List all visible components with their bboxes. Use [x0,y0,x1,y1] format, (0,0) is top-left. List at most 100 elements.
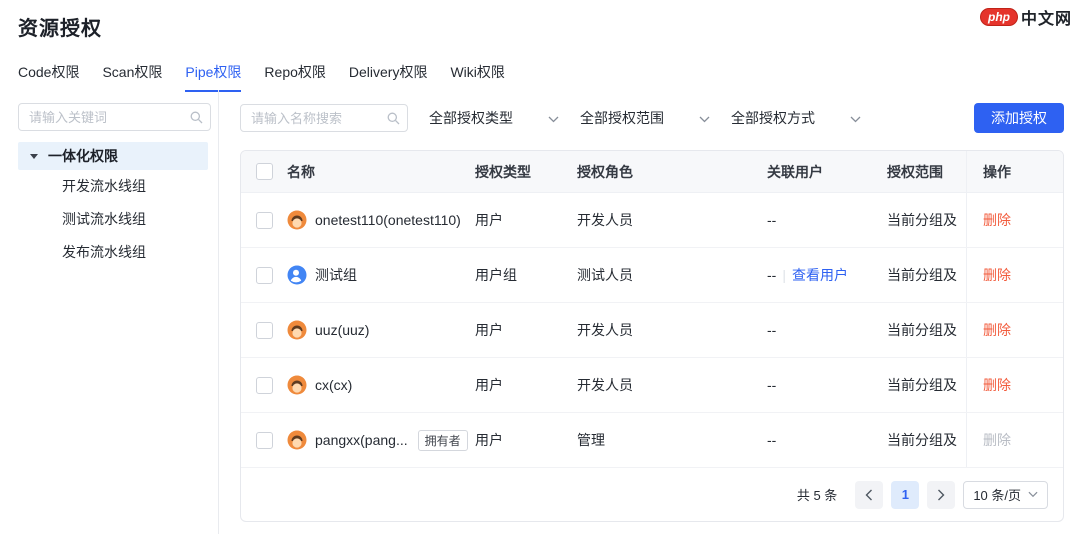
row-auth-role: 开发人员 [577,322,633,338]
auth-type-filter-label: 全部授权类型 [429,110,513,126]
owner-badge: 拥有者 [417,429,468,451]
permission-tabs: Code权限 Scan权限 Pipe权限 Repo权限 Delivery权限 W… [18,62,505,92]
column-header-related-users: 关联用户 [767,163,823,180]
chevron-down-icon [548,110,559,126]
delete-link-disabled: 删除 [983,432,1011,448]
row-checkbox[interactable] [255,376,273,394]
divider: | [782,267,786,283]
row-auth-role: 开发人员 [577,377,633,393]
row-name: 测试组 [315,267,357,283]
auth-scope-filter-label: 全部授权范围 [580,110,664,126]
tab-repo[interactable]: Repo权限 [264,62,325,92]
row-checkbox[interactable] [255,211,273,229]
tree-node-dev-group[interactable]: 开发流水线组 [0,170,218,203]
caret-down-icon[interactable] [30,153,38,159]
table-row: cx(cx) 用户 开发人员 -- 当前分组及 删除 [241,358,1063,413]
page-size-value: 10 条/页 [973,488,1021,503]
delete-link[interactable]: 删除 [983,375,1011,395]
next-page-button[interactable] [927,480,956,509]
user-avatar [287,210,307,230]
delete-link[interactable]: 删除 [983,265,1011,285]
row-related-users: -- [767,322,777,338]
column-header-auth-role: 授权角色 [577,163,633,180]
search-icon [190,111,203,129]
tab-delivery[interactable]: Delivery权限 [349,62,428,92]
column-header-name: 名称 [287,163,315,180]
php-cn-logo: php 中文网 [979,5,1072,29]
group-tree-sidebar: 一体化权限 开发流水线组 测试流水线组 发布流水线组 [0,90,219,534]
chevron-down-icon [699,110,710,126]
delete-link[interactable]: 删除 [983,210,1011,230]
row-checkbox[interactable] [255,266,273,284]
row-auth-role: 开发人员 [577,212,633,228]
select-all-checkbox[interactable] [255,163,273,180]
column-header-auth-scope: 授权范围 [887,163,943,180]
page-1-button[interactable]: 1 [891,480,920,509]
page-title: 资源授权 [18,18,102,40]
authorization-table: 名称 授权类型 授权角色 关联用户 授权范围 操作 onetest110(one… [240,150,1064,522]
table-row: uuz(uuz) 用户 开发人员 -- 当前分组及 删除 [241,303,1063,358]
tree-node-release-group[interactable]: 发布流水线组 [0,236,218,269]
chevron-down-icon [850,110,861,126]
row-auth-role: 测试人员 [577,267,633,283]
row-auth-scope: 当前分组及 [887,432,957,448]
name-search-input[interactable] [240,104,408,132]
row-auth-scope: 当前分组及 [887,377,957,393]
table-row: pangxx(pang... 拥有者 用户 管理 -- 当前分组及 删除 [241,413,1063,468]
toolbar: 全部授权类型 全部授权范围 全部授权方式 添加授权 [240,103,1064,133]
pagination: 共 5 条 1 10 条/页 [241,468,1063,521]
table-header-row: 名称 授权类型 授权角色 关联用户 授权范围 操作 [241,151,1063,193]
delete-link[interactable]: 删除 [983,320,1011,340]
total-count: 共 5 条 [796,488,838,503]
column-header-actions: 操作 [966,151,1063,192]
chevron-left-icon [865,489,873,500]
chevron-down-icon [1028,491,1038,498]
row-auth-type: 用户组 [475,267,517,283]
auth-method-filter-label: 全部授权方式 [731,110,815,126]
table-row: 测试组 用户组 测试人员 -- | 查看用户 当前分组及 删除 [241,248,1063,303]
row-auth-scope: 当前分组及 [887,322,957,338]
tree-node-test-group[interactable]: 测试流水线组 [0,203,218,236]
main-panel: 全部授权类型 全部授权范围 全部授权方式 添加授权 名称 授权类型 授权角色 关… [240,90,1064,522]
tab-scan[interactable]: Scan权限 [102,62,162,92]
keyword-search-input[interactable] [18,103,211,131]
row-name: uuz(uuz) [315,322,370,338]
chevron-right-icon [938,489,945,500]
auth-scope-filter[interactable]: 全部授权范围 [580,108,710,128]
row-checkbox[interactable] [255,321,273,339]
user-avatar [287,375,307,395]
row-auth-role: 管理 [577,432,605,448]
row-checkbox[interactable] [255,431,273,449]
tab-code[interactable]: Code权限 [18,62,79,92]
prev-page-button[interactable] [855,480,884,509]
row-related-users: -- [767,377,777,393]
php-logo-text: 中文网 [1020,11,1072,28]
resource-auth-page: 资源授权 php 中文网 Code权限 Scan权限 Pipe权限 Repo权限… [0,0,1080,534]
row-auth-type: 用户 [475,377,503,393]
row-name: pangxx(pang... [315,432,408,448]
sidebar-search [18,103,211,131]
tab-wiki[interactable]: Wiki权限 [450,62,504,92]
view-users-link[interactable]: 查看用户 [792,267,848,283]
row-auth-type: 用户 [475,432,503,448]
row-name: onetest110(onetest110) [315,212,461,228]
tree-root-label: 一体化权限 [48,148,118,164]
group-avatar [287,265,307,285]
table-row: onetest110(onetest110) 用户 开发人员 -- 当前分组及 … [241,193,1063,248]
page-size-select[interactable]: 10 条/页 [963,480,1048,509]
row-auth-scope: 当前分组及 [887,212,957,228]
tree-node-root[interactable]: 一体化权限 [18,142,208,170]
row-auth-type: 用户 [475,212,503,228]
column-header-auth-type: 授权类型 [475,163,531,180]
row-auth-scope: 当前分组及 [887,267,957,283]
php-logo-badge: php [979,8,1018,26]
auth-method-filter[interactable]: 全部授权方式 [731,108,861,128]
tab-pipe[interactable]: Pipe权限 [185,62,242,92]
user-avatar [287,320,307,340]
row-related-users: -- [767,267,777,283]
auth-type-filter[interactable]: 全部授权类型 [429,108,559,128]
user-avatar [287,430,307,450]
add-authorization-button[interactable]: 添加授权 [974,103,1064,133]
row-related-users: -- [767,212,777,228]
row-name: cx(cx) [315,377,353,393]
